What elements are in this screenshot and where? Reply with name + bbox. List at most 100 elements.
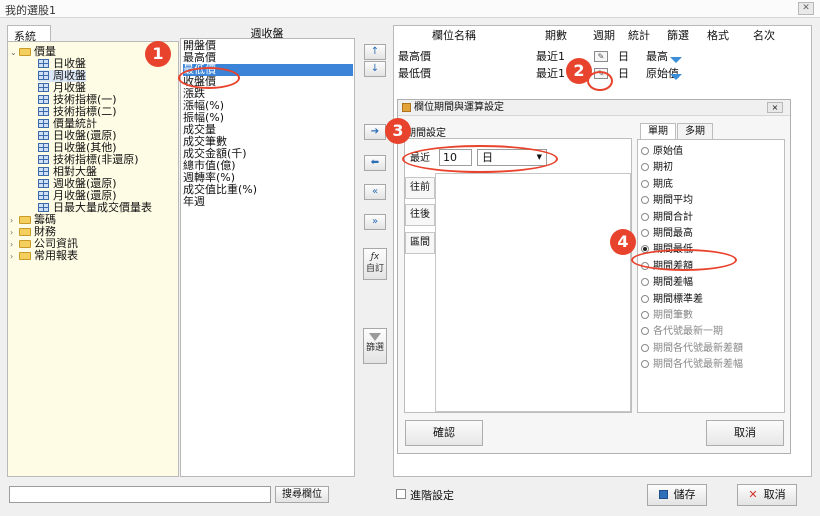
- stat-option[interactable]: 期間平均: [641, 195, 693, 207]
- tab-multi-period[interactable]: 多期: [677, 123, 713, 140]
- stat-option-label: 期間各代號最新差額: [653, 342, 743, 354]
- stat-option-label: 期間差幅: [653, 277, 693, 289]
- period-section-label: 期間設定: [406, 128, 446, 139]
- field-search-input[interactable]: [9, 486, 271, 503]
- filter-label: 篩選: [365, 343, 384, 353]
- save-button[interactable]: 儲存: [647, 484, 707, 506]
- move-up-button[interactable]: ↑: [364, 44, 386, 60]
- advanced-settings-checkbox[interactable]: [396, 489, 406, 499]
- period-detail-area: [435, 173, 631, 412]
- stat-option[interactable]: 期間合計: [641, 212, 693, 224]
- stat-option[interactable]: 期間標準差: [641, 294, 703, 306]
- table-icon: [38, 71, 49, 80]
- tab-system[interactable]: 系統: [7, 25, 51, 43]
- radio-icon[interactable]: [641, 229, 649, 237]
- tree-leaf-label: 日最大量成交價量表: [53, 201, 152, 214]
- window-titlebar: 我的選股1 ✕: [0, 0, 820, 18]
- radio-icon[interactable]: [641, 163, 649, 172]
- stat-option-label: 期間筆數: [653, 310, 693, 321]
- radio-icon[interactable]: [641, 294, 649, 303]
- grid-period-value[interactable]: 最近1: [536, 67, 565, 81]
- grid-stat-value: 最高: [646, 50, 668, 63]
- search-field-button[interactable]: 搜尋欄位: [275, 486, 329, 503]
- window-close-button[interactable]: ✕: [798, 2, 814, 15]
- dialog-titlebar: 欄位期間與運算設定: [398, 100, 790, 116]
- table-icon: [38, 107, 49, 116]
- grid-column-header: 週期: [593, 29, 615, 42]
- expand-toggle-icon[interactable]: ⌄: [10, 47, 19, 59]
- filter-button[interactable]: 篩選: [363, 328, 387, 364]
- grid-column-header: 期數: [545, 29, 567, 42]
- grid-column-header: 篩選: [667, 29, 689, 42]
- edit-icon[interactable]: ✎: [594, 51, 608, 62]
- formula-icon: ƒx: [370, 252, 380, 262]
- table-icon: [38, 59, 49, 68]
- radio-icon[interactable]: [641, 147, 649, 155]
- cancel-button[interactable]: ✕ 取消: [737, 484, 797, 506]
- radio-icon[interactable]: [641, 343, 649, 352]
- advanced-settings-label: 進階設定: [410, 489, 454, 502]
- radio-icon[interactable]: [641, 212, 649, 221]
- radio-icon[interactable]: [641, 327, 649, 336]
- folder-icon: [19, 228, 31, 236]
- expand-toggle-icon[interactable]: ›: [10, 251, 19, 263]
- custom-formula-label: 自訂: [365, 264, 384, 274]
- stat-option-label: 期間合計: [653, 211, 693, 223]
- field-list-item[interactable]: 年週: [183, 196, 353, 208]
- custom-formula-button[interactable]: ƒx 自訂: [363, 248, 387, 280]
- stat-option[interactable]: 期間各代號最新差幅: [641, 359, 743, 371]
- stat-option-label: 原始值: [653, 146, 683, 157]
- radio-icon[interactable]: [641, 196, 649, 205]
- stat-option[interactable]: 期底: [641, 179, 673, 191]
- grid-column-header: 格式: [707, 29, 729, 42]
- stat-option[interactable]: 期間最高: [641, 228, 693, 240]
- callout-badge-4: 4: [610, 229, 636, 255]
- radio-icon[interactable]: [641, 311, 649, 319]
- move-down-button[interactable]: ↓: [364, 61, 386, 77]
- stat-option[interactable]: 期間筆數: [641, 310, 693, 322]
- filter-icon[interactable]: [670, 74, 682, 80]
- grid-column-header: 欄位名稱: [432, 29, 476, 42]
- stat-option[interactable]: 期間各代號最新差額: [641, 343, 743, 355]
- grid-column-header: 名次: [753, 29, 775, 42]
- remove-all-button[interactable]: «: [364, 184, 386, 200]
- radio-icon[interactable]: [641, 360, 649, 369]
- grid-field-name: 最高價: [398, 50, 431, 63]
- stat-option[interactable]: 原始值: [641, 146, 683, 158]
- stat-option-label: 期間平均: [653, 195, 693, 207]
- callout-ring-1: [178, 67, 240, 89]
- radio-icon[interactable]: [641, 278, 649, 287]
- dialog-cancel-button[interactable]: 取消: [706, 420, 784, 446]
- dialog-close-button[interactable]: ×: [767, 102, 783, 113]
- stat-option[interactable]: 期初: [641, 162, 673, 174]
- period-tab-3[interactable]: 往後: [405, 204, 435, 226]
- period-tab-4[interactable]: 區間: [405, 232, 435, 254]
- table-icon: [38, 143, 49, 152]
- field-list-header: 週收盤: [250, 27, 284, 40]
- table-icon: [38, 203, 49, 212]
- stat-option-label: 期間最高: [653, 228, 693, 239]
- tab-single-period[interactable]: 單期: [640, 123, 676, 140]
- folder-icon: [19, 48, 31, 56]
- field-list-item[interactable]: 成交值比重(%): [183, 184, 353, 196]
- callout-ring-3: [402, 145, 558, 173]
- tree-node-label: 常用報表: [34, 249, 78, 262]
- dialog-app-icon: [402, 103, 411, 112]
- add-field-button[interactable]: ➔: [364, 124, 386, 140]
- grid-period-value[interactable]: 最近1: [536, 50, 565, 64]
- table-row[interactable]: 最高價 最近1 ✎ 日 最高: [396, 50, 811, 64]
- stat-option[interactable]: 期間差幅: [641, 277, 693, 289]
- stat-option-label: 期初: [653, 162, 673, 174]
- tree-node-5[interactable]: › 常用報表: [10, 250, 78, 263]
- period-tab-2[interactable]: 往前: [405, 177, 435, 199]
- stat-option[interactable]: 各代號最新一期: [641, 326, 723, 338]
- add-all-button[interactable]: »: [364, 214, 386, 230]
- callout-badge-2: 2: [566, 58, 592, 84]
- filter-icon[interactable]: [670, 57, 682, 63]
- dialog-ok-button[interactable]: 確認: [405, 420, 483, 446]
- table-icon: [38, 155, 49, 164]
- radio-icon[interactable]: [641, 179, 649, 188]
- dialog-title: 欄位期間與運算設定: [414, 102, 504, 113]
- remove-field-button[interactable]: ⬅: [364, 155, 386, 171]
- stat-option-label: 各代號最新一期: [653, 326, 723, 338]
